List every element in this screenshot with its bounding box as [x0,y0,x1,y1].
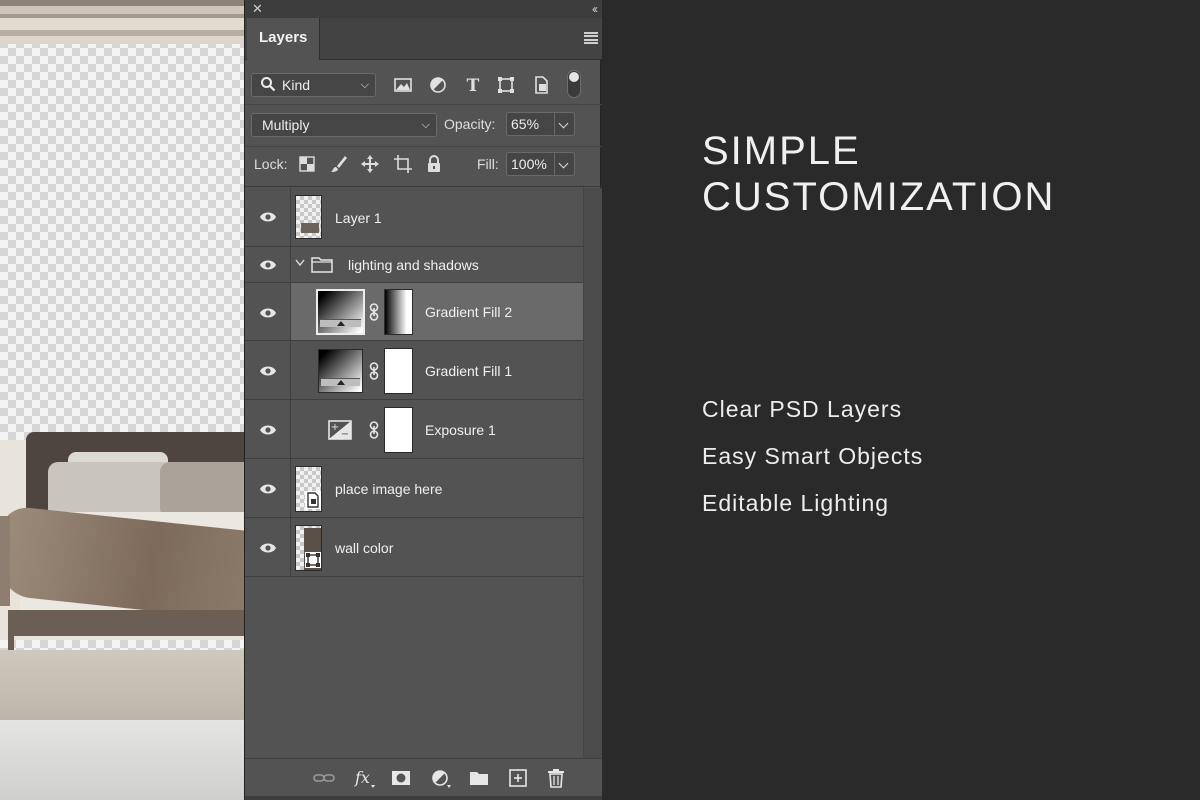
layer-row-gradient-fill-1[interactable]: Gradient Fill 1 [245,341,583,400]
layer-name: Gradient Fill 1 [425,363,513,379]
eye-icon[interactable] [259,542,277,554]
exposure-adjustment-icon: +− [328,420,352,440]
new-adjustment-layer-icon[interactable] [430,767,452,789]
chevron-down-icon: ⌵ [360,79,369,91]
rug [0,650,244,720]
eye-icon[interactable] [259,307,277,319]
collapse-panel-icon[interactable]: ‹‹ [592,1,598,17]
layer-row-wall-color[interactable]: wall color [245,518,583,577]
svg-text:T: T [467,76,480,95]
filter-kind-label: Kind [282,77,311,93]
pillow [160,462,244,518]
fill-label: Fill: [477,156,499,172]
panel-resize-grip[interactable] [245,796,602,800]
mockup-preview-image [0,0,244,800]
layer-name: Exposure 1 [425,422,496,438]
eye-icon[interactable] [259,211,277,223]
link-icon[interactable] [369,362,379,380]
blend-mode-select[interactable]: Multiply ⌵ [251,113,437,137]
layer-row-group-lighting-and-shadows[interactable]: lighting and shadows [245,247,583,283]
type-filter-icon[interactable]: T [462,75,484,95]
headline: SIMPLE CUSTOMIZATION [702,128,1055,220]
lock-image-pixels-icon[interactable] [329,154,349,174]
opacity-label: Opacity: [444,116,496,132]
lock-all-icon[interactable] [424,154,444,174]
shape-filter-icon[interactable] [495,75,517,95]
svg-text:−: − [341,429,349,440]
svg-text:fx: fx [354,768,370,787]
panel-title-strip: ✕ ‹‹ [245,0,602,18]
adjustment-filter-icon[interactable] [427,75,449,95]
feature-item: Editable Lighting [702,490,890,516]
layer-mask-thumbnail [384,348,413,394]
panel-tab-bar: Layers [245,18,602,60]
floor [0,720,244,800]
pixel-filter-icon[interactable] [392,75,414,95]
fill-dropdown-icon[interactable] [555,152,575,176]
eye-icon[interactable] [259,259,277,271]
layers-bottom-toolbar: fx [245,758,602,800]
shape-layer-thumbnail [295,525,322,571]
filter-kind-select[interactable]: Kind ⌵ [251,73,376,97]
eye-icon[interactable] [259,483,277,495]
layer-list: Layer 1 lighting and shadows Gradient Fi… [245,188,583,578]
fill-input[interactable]: 100% [506,152,555,176]
chevron-down-icon: ⌵ [421,119,430,131]
add-mask-icon[interactable] [390,767,412,789]
nightstand [0,516,10,606]
layer-name: wall color [335,540,394,556]
gradient-fill-thumbnail [316,289,365,335]
layer-name: Layer 1 [335,210,382,226]
link-layers-icon[interactable] [313,767,335,789]
layer-row-layer-1[interactable]: Layer 1 [245,188,583,247]
fx-layer-style-icon[interactable]: fx [353,767,375,789]
feature-item: Clear PSD Layers [702,396,903,422]
search-icon [261,77,276,92]
layer-name: place image here [335,481,443,497]
layer-row-gradient-fill-2[interactable]: Gradient Fill 2 [245,283,583,341]
delete-layer-icon[interactable] [545,767,567,789]
headline-line-1: SIMPLE [702,129,861,173]
chevron-down-icon[interactable] [295,259,305,267]
new-layer-icon[interactable] [507,767,529,789]
lock-label: Lock: [254,156,288,172]
layer-thumbnail [295,195,322,239]
feature-item: Easy Smart Objects [702,443,924,469]
panel-menu-icon[interactable] [584,32,598,44]
folder-icon [311,257,333,273]
layer-name: Gradient Fill 2 [425,304,513,320]
ceiling-molding [0,0,244,44]
close-panel-icon[interactable]: ✕ [252,1,263,17]
smart-object-badge-icon [305,491,321,509]
smart-object-filter-icon[interactable] [530,75,552,95]
layer-mask-thumbnail [384,407,413,453]
lock-position-icon[interactable] [360,154,380,174]
svg-text:+: + [331,422,339,433]
layer-list-scrollbar[interactable] [583,188,602,758]
new-group-icon[interactable] [468,767,490,789]
layer-name: lighting and shadows [348,257,479,273]
layer-row-place-image-here[interactable]: place image here [245,459,583,518]
layer-mask-thumbnail [384,289,413,335]
opacity-input[interactable]: 65% [506,112,555,136]
link-icon[interactable] [369,421,379,439]
link-icon[interactable] [369,303,379,321]
headline-line-2: CUSTOMIZATION [702,175,1056,219]
bed-frame [8,610,244,636]
opacity-dropdown-icon[interactable] [555,112,575,136]
blend-mode-value: Multiply [262,117,310,133]
layers-panel: ✕ ‹‹ Layers Kind ⌵ T Multiply ⌵ Opacity:… [244,0,602,800]
eye-icon[interactable] [259,424,277,436]
shape-badge-icon [305,552,321,568]
eye-icon[interactable] [259,365,277,377]
smart-object-thumbnail [295,466,322,512]
lock-transparent-pixels-icon[interactable] [297,154,317,174]
gradient-fill-thumbnail [318,349,363,393]
tab-layers[interactable]: Layers [247,18,320,60]
layer-row-exposure-1[interactable]: + − Exposure 1 [245,400,583,459]
filter-toggle[interactable] [567,70,581,98]
lock-artboard-icon[interactable] [393,154,413,174]
